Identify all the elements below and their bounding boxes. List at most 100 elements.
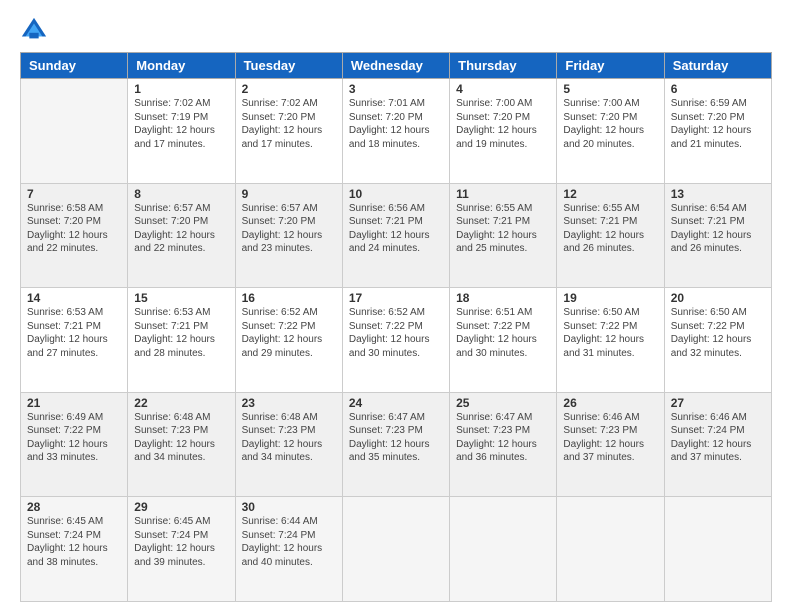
day-info: Sunrise: 6:58 AMSunset: 7:20 PMDaylight:… bbox=[27, 202, 121, 256]
day-info: Sunrise: 6:48 AMSunset: 7:23 PMDaylight:… bbox=[134, 411, 228, 465]
calendar-cell: 23Sunrise: 6:48 AMSunset: 7:23 PMDayligh… bbox=[235, 392, 342, 497]
day-number: 5 bbox=[563, 82, 657, 96]
calendar-body: 1Sunrise: 7:02 AMSunset: 7:19 PMDaylight… bbox=[21, 79, 772, 602]
calendar-header: SundayMondayTuesdayWednesdayThursdayFrid… bbox=[21, 53, 772, 79]
day-number: 27 bbox=[671, 396, 765, 410]
day-info: Sunrise: 7:02 AMSunset: 7:19 PMDaylight:… bbox=[134, 97, 228, 151]
day-info: Sunrise: 6:47 AMSunset: 7:23 PMDaylight:… bbox=[349, 411, 443, 465]
day-info: Sunrise: 6:46 AMSunset: 7:23 PMDaylight:… bbox=[563, 411, 657, 465]
day-info: Sunrise: 6:57 AMSunset: 7:20 PMDaylight:… bbox=[242, 202, 336, 256]
week-row-4: 21Sunrise: 6:49 AMSunset: 7:22 PMDayligh… bbox=[21, 392, 772, 497]
day-info: Sunrise: 6:51 AMSunset: 7:22 PMDaylight:… bbox=[456, 306, 550, 360]
calendar-cell: 22Sunrise: 6:48 AMSunset: 7:23 PMDayligh… bbox=[128, 392, 235, 497]
calendar-cell: 30Sunrise: 6:44 AMSunset: 7:24 PMDayligh… bbox=[235, 497, 342, 602]
header bbox=[20, 16, 772, 44]
day-info: Sunrise: 6:57 AMSunset: 7:20 PMDaylight:… bbox=[134, 202, 228, 256]
calendar-cell: 14Sunrise: 6:53 AMSunset: 7:21 PMDayligh… bbox=[21, 288, 128, 393]
day-number: 30 bbox=[242, 500, 336, 514]
page: SundayMondayTuesdayWednesdayThursdayFrid… bbox=[0, 0, 792, 612]
day-number: 6 bbox=[671, 82, 765, 96]
week-row-2: 7Sunrise: 6:58 AMSunset: 7:20 PMDaylight… bbox=[21, 183, 772, 288]
day-number: 9 bbox=[242, 187, 336, 201]
calendar-cell bbox=[450, 497, 557, 602]
day-number: 10 bbox=[349, 187, 443, 201]
day-info: Sunrise: 6:46 AMSunset: 7:24 PMDaylight:… bbox=[671, 411, 765, 465]
days-of-week-row: SundayMondayTuesdayWednesdayThursdayFrid… bbox=[21, 53, 772, 79]
day-info: Sunrise: 6:56 AMSunset: 7:21 PMDaylight:… bbox=[349, 202, 443, 256]
calendar-cell: 29Sunrise: 6:45 AMSunset: 7:24 PMDayligh… bbox=[128, 497, 235, 602]
day-info: Sunrise: 7:00 AMSunset: 7:20 PMDaylight:… bbox=[456, 97, 550, 151]
day-info: Sunrise: 6:50 AMSunset: 7:22 PMDaylight:… bbox=[563, 306, 657, 360]
day-number: 4 bbox=[456, 82, 550, 96]
calendar-cell: 3Sunrise: 7:01 AMSunset: 7:20 PMDaylight… bbox=[342, 79, 449, 184]
day-info: Sunrise: 6:52 AMSunset: 7:22 PMDaylight:… bbox=[349, 306, 443, 360]
day-header-saturday: Saturday bbox=[664, 53, 771, 79]
day-number: 2 bbox=[242, 82, 336, 96]
day-number: 7 bbox=[27, 187, 121, 201]
day-number: 21 bbox=[27, 396, 121, 410]
calendar-cell: 28Sunrise: 6:45 AMSunset: 7:24 PMDayligh… bbox=[21, 497, 128, 602]
day-number: 17 bbox=[349, 291, 443, 305]
day-number: 25 bbox=[456, 396, 550, 410]
day-header-sunday: Sunday bbox=[21, 53, 128, 79]
calendar-cell: 10Sunrise: 6:56 AMSunset: 7:21 PMDayligh… bbox=[342, 183, 449, 288]
calendar-cell bbox=[21, 79, 128, 184]
day-number: 29 bbox=[134, 500, 228, 514]
day-info: Sunrise: 6:55 AMSunset: 7:21 PMDaylight:… bbox=[456, 202, 550, 256]
day-info: Sunrise: 6:53 AMSunset: 7:21 PMDaylight:… bbox=[27, 306, 121, 360]
day-info: Sunrise: 6:52 AMSunset: 7:22 PMDaylight:… bbox=[242, 306, 336, 360]
logo-icon bbox=[20, 16, 48, 44]
day-header-friday: Friday bbox=[557, 53, 664, 79]
calendar-cell: 18Sunrise: 6:51 AMSunset: 7:22 PMDayligh… bbox=[450, 288, 557, 393]
day-number: 11 bbox=[456, 187, 550, 201]
day-header-thursday: Thursday bbox=[450, 53, 557, 79]
day-info: Sunrise: 6:47 AMSunset: 7:23 PMDaylight:… bbox=[456, 411, 550, 465]
day-number: 1 bbox=[134, 82, 228, 96]
day-number: 20 bbox=[671, 291, 765, 305]
calendar-cell: 8Sunrise: 6:57 AMSunset: 7:20 PMDaylight… bbox=[128, 183, 235, 288]
day-header-tuesday: Tuesday bbox=[235, 53, 342, 79]
calendar-cell: 15Sunrise: 6:53 AMSunset: 7:21 PMDayligh… bbox=[128, 288, 235, 393]
day-info: Sunrise: 6:49 AMSunset: 7:22 PMDaylight:… bbox=[27, 411, 121, 465]
calendar-table: SundayMondayTuesdayWednesdayThursdayFrid… bbox=[20, 52, 772, 602]
calendar-cell: 4Sunrise: 7:00 AMSunset: 7:20 PMDaylight… bbox=[450, 79, 557, 184]
calendar-cell bbox=[557, 497, 664, 602]
logo bbox=[20, 16, 52, 44]
day-number: 8 bbox=[134, 187, 228, 201]
day-number: 12 bbox=[563, 187, 657, 201]
calendar-cell: 5Sunrise: 7:00 AMSunset: 7:20 PMDaylight… bbox=[557, 79, 664, 184]
day-number: 19 bbox=[563, 291, 657, 305]
calendar-cell: 16Sunrise: 6:52 AMSunset: 7:22 PMDayligh… bbox=[235, 288, 342, 393]
day-info: Sunrise: 6:45 AMSunset: 7:24 PMDaylight:… bbox=[134, 515, 228, 569]
calendar-cell: 27Sunrise: 6:46 AMSunset: 7:24 PMDayligh… bbox=[664, 392, 771, 497]
calendar-cell: 13Sunrise: 6:54 AMSunset: 7:21 PMDayligh… bbox=[664, 183, 771, 288]
calendar-cell bbox=[664, 497, 771, 602]
calendar-cell: 12Sunrise: 6:55 AMSunset: 7:21 PMDayligh… bbox=[557, 183, 664, 288]
week-row-1: 1Sunrise: 7:02 AMSunset: 7:19 PMDaylight… bbox=[21, 79, 772, 184]
day-header-wednesday: Wednesday bbox=[342, 53, 449, 79]
week-row-5: 28Sunrise: 6:45 AMSunset: 7:24 PMDayligh… bbox=[21, 497, 772, 602]
day-info: Sunrise: 7:02 AMSunset: 7:20 PMDaylight:… bbox=[242, 97, 336, 151]
day-info: Sunrise: 6:45 AMSunset: 7:24 PMDaylight:… bbox=[27, 515, 121, 569]
calendar-cell: 19Sunrise: 6:50 AMSunset: 7:22 PMDayligh… bbox=[557, 288, 664, 393]
calendar-cell: 9Sunrise: 6:57 AMSunset: 7:20 PMDaylight… bbox=[235, 183, 342, 288]
day-number: 15 bbox=[134, 291, 228, 305]
day-number: 18 bbox=[456, 291, 550, 305]
calendar-cell: 7Sunrise: 6:58 AMSunset: 7:20 PMDaylight… bbox=[21, 183, 128, 288]
calendar-cell: 6Sunrise: 6:59 AMSunset: 7:20 PMDaylight… bbox=[664, 79, 771, 184]
day-number: 22 bbox=[134, 396, 228, 410]
day-number: 16 bbox=[242, 291, 336, 305]
calendar-cell: 1Sunrise: 7:02 AMSunset: 7:19 PMDaylight… bbox=[128, 79, 235, 184]
day-number: 26 bbox=[563, 396, 657, 410]
calendar-cell: 11Sunrise: 6:55 AMSunset: 7:21 PMDayligh… bbox=[450, 183, 557, 288]
day-number: 3 bbox=[349, 82, 443, 96]
day-info: Sunrise: 6:55 AMSunset: 7:21 PMDaylight:… bbox=[563, 202, 657, 256]
calendar-cell bbox=[342, 497, 449, 602]
calendar-cell: 2Sunrise: 7:02 AMSunset: 7:20 PMDaylight… bbox=[235, 79, 342, 184]
week-row-3: 14Sunrise: 6:53 AMSunset: 7:21 PMDayligh… bbox=[21, 288, 772, 393]
day-info: Sunrise: 7:00 AMSunset: 7:20 PMDaylight:… bbox=[563, 97, 657, 151]
day-number: 23 bbox=[242, 396, 336, 410]
day-number: 14 bbox=[27, 291, 121, 305]
day-header-monday: Monday bbox=[128, 53, 235, 79]
day-number: 13 bbox=[671, 187, 765, 201]
